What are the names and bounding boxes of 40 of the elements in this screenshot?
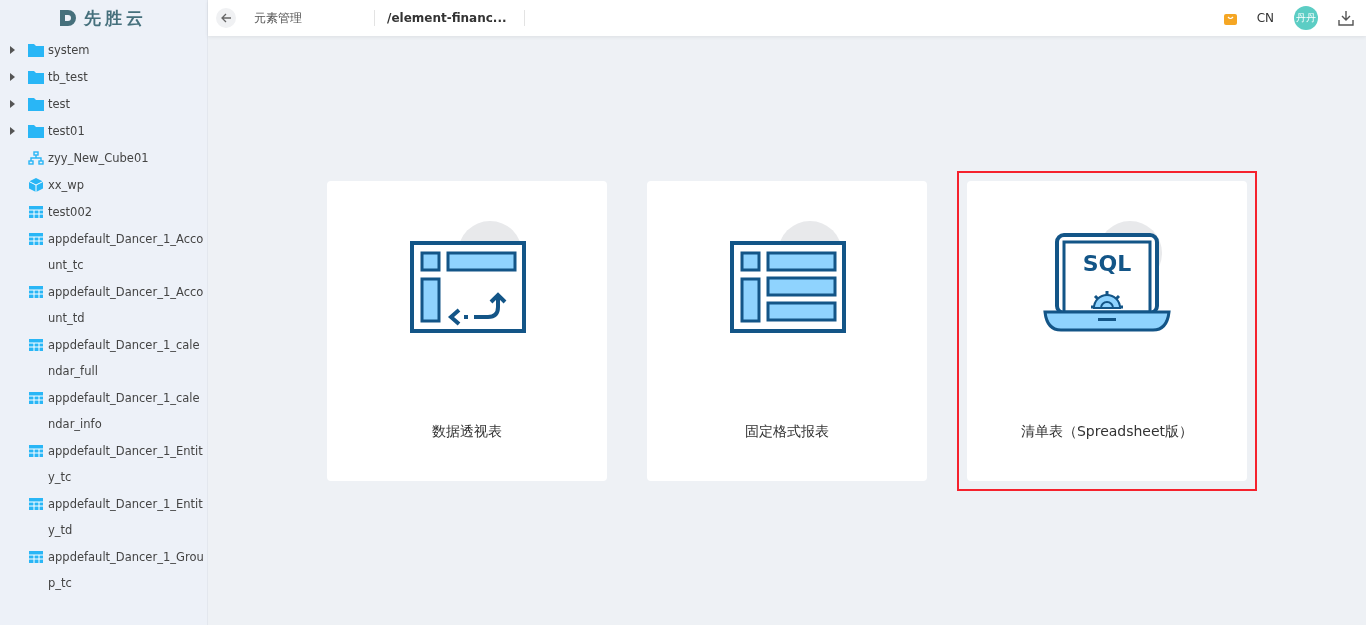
table-icon (28, 391, 44, 405)
card-label: 清单表（Spreadsheet版） (1020, 422, 1194, 441)
hierarchy-icon (28, 151, 44, 165)
card-label: 数据透视表 (432, 422, 502, 441)
arrow-left-icon (220, 12, 232, 24)
tree-item-label[interactable]: appdefault_Dancer_1_Group_tc (48, 543, 204, 596)
folder-icon (28, 97, 44, 111)
tree-item-label[interactable]: test (48, 90, 204, 117)
tree-item-label[interactable]: xx_wp (48, 171, 204, 198)
folder-icon (28, 43, 44, 57)
tree-item-label[interactable]: system (48, 36, 204, 63)
table-icon (28, 497, 44, 511)
tree-item-label[interactable]: tb_test (48, 63, 204, 90)
report-type-card[interactable]: 固定格式报表 (647, 180, 927, 481)
table-icon (28, 338, 44, 352)
tree-item-label[interactable]: test002 (48, 198, 204, 225)
table-icon (28, 444, 44, 458)
folder-icon (28, 70, 44, 84)
folder-icon (28, 124, 44, 138)
expand-caret-icon[interactable] (8, 73, 16, 81)
expand-caret-icon[interactable] (8, 46, 16, 54)
table-icon (28, 285, 44, 299)
table-icon (28, 550, 44, 564)
expand-caret-icon[interactable] (8, 100, 16, 108)
card-label: 固定格式报表 (745, 422, 829, 441)
report-type-card[interactable]: 数据透视表 (327, 180, 607, 481)
cube-icon (28, 178, 44, 192)
expand-caret-icon[interactable] (8, 127, 16, 135)
back-button[interactable] (216, 8, 236, 28)
page-title: 元素管理 (254, 9, 303, 27)
table-icon (28, 232, 44, 246)
tree-item-label[interactable]: test01 (48, 117, 204, 144)
report-type-card[interactable]: SQL 清单表（Spreadsheet版） (967, 180, 1247, 481)
logo-icon (60, 10, 76, 26)
logo-text: 先胜云 (84, 6, 147, 30)
tree-item-label[interactable]: zyy_New_Cube01 (48, 144, 204, 171)
breadcrumb-path: /element-financ... (387, 11, 508, 25)
table-icon (28, 205, 44, 219)
download-icon[interactable] (1338, 10, 1354, 26)
language-code[interactable]: CN (1256, 11, 1274, 25)
